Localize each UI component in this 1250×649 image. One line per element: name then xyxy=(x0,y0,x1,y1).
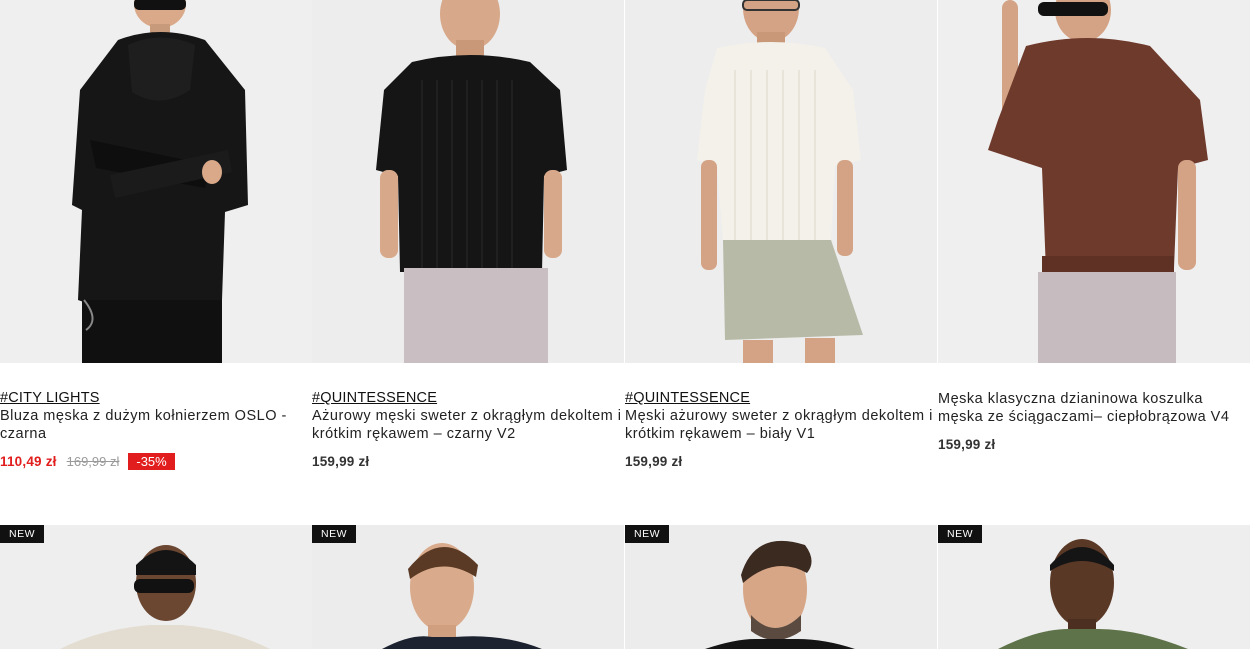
price-row: 159,99 zł xyxy=(312,453,624,470)
product-name-link[interactable]: Bluza męska z dużym kołnierzem OSLO - cz… xyxy=(0,407,312,443)
collection-tag-link[interactable]: #CITY LIGHTS xyxy=(0,390,312,407)
product-name-link[interactable]: Męski ażurowy sweter z okrągłym dekoltem… xyxy=(625,407,937,443)
price: 159,99 zł xyxy=(938,437,996,452)
product-card[interactable]: NEW xyxy=(625,525,937,649)
product-image[interactable] xyxy=(625,0,937,363)
collection-tag-link[interactable]: #QUINTESSENCE xyxy=(625,390,937,407)
discount-badge: -35% xyxy=(128,453,175,470)
sale-price: 110,49 zł xyxy=(0,454,57,469)
price-row: 110,49 zł 169,99 zł -35% xyxy=(0,453,312,470)
product-image[interactable] xyxy=(938,0,1250,363)
garment-bottom xyxy=(1038,272,1176,363)
product-card[interactable]: NEW xyxy=(312,525,624,649)
product-grid: #CITY LIGHTS Bluza męska z dużym kołnier… xyxy=(0,0,1250,649)
price-row: 159,99 zł xyxy=(938,436,1250,453)
new-badge: NEW xyxy=(625,525,669,543)
new-badge: NEW xyxy=(0,525,44,543)
product-card[interactable]: #QUINTESSENCE Ażurowy męski sweter z okr… xyxy=(312,0,624,480)
product-image[interactable]: NEW xyxy=(312,525,624,649)
garment-top xyxy=(376,55,567,272)
product-card[interactable]: NEW xyxy=(938,525,1250,649)
product-card[interactable]: #QUINTESSENCE Męski ażurowy sweter z okr… xyxy=(625,0,937,480)
garment-bottom xyxy=(404,268,548,363)
product-card[interactable]: #CITY LIGHTS Bluza męska z dużym kołnier… xyxy=(0,0,312,480)
new-badge: NEW xyxy=(312,525,356,543)
new-badge: NEW xyxy=(938,525,982,543)
price: 159,99 zł xyxy=(625,454,683,469)
collection-tag-link[interactable]: #QUINTESSENCE xyxy=(312,390,624,407)
product-image[interactable]: NEW xyxy=(0,525,312,649)
price-row: 159,99 zł xyxy=(625,453,937,470)
price: 159,99 zł xyxy=(312,454,370,469)
product-image[interactable]: NEW xyxy=(625,525,937,649)
product-image[interactable]: NEW xyxy=(938,525,1250,649)
product-card[interactable]: Męska klasyczna dzianinowa koszulka męsk… xyxy=(938,0,1250,480)
product-card[interactable]: NEW xyxy=(0,525,312,649)
old-price: 169,99 zł xyxy=(66,454,120,469)
product-image[interactable] xyxy=(312,0,624,363)
product-name-link[interactable]: Męska klasyczna dzianinowa koszulka męsk… xyxy=(938,390,1250,426)
garment-bottom xyxy=(82,300,222,363)
product-name-link[interactable]: Ażurowy męski sweter z okrągłym dekoltem… xyxy=(312,407,624,443)
product-image[interactable] xyxy=(0,0,312,363)
